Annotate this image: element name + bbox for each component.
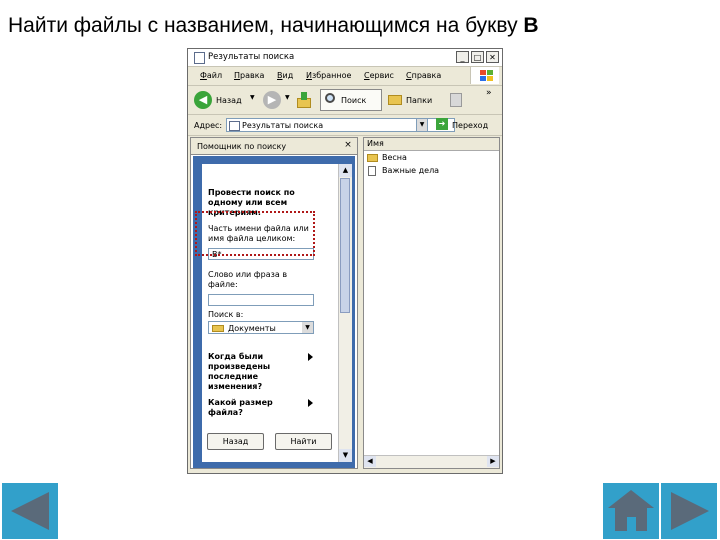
views-icon[interactable]: [450, 93, 462, 107]
maximize-button[interactable]: □: [471, 51, 484, 63]
menu-favorites[interactable]: Избранное: [306, 71, 351, 80]
modified-label-2[interactable]: произведены: [208, 362, 270, 372]
menu-help[interactable]: Справка: [406, 71, 441, 80]
folder-icon: [212, 325, 224, 332]
address-bar: Адрес: Результаты поиска ▼ ➜ Переход: [188, 115, 502, 136]
lookin-value: Документы: [228, 324, 276, 333]
back-button[interactable]: Назад: [207, 433, 264, 450]
phrase-label-1: Слово или фраза в: [208, 270, 288, 279]
search-toolbar-button[interactable]: Поиск: [320, 89, 382, 111]
scroll-up-icon[interactable]: ▲: [339, 164, 352, 177]
folder-icon: [367, 154, 378, 162]
panel-scrollbar[interactable]: ▲ ▼: [338, 164, 352, 462]
triangle-left-icon: [11, 492, 49, 530]
menu-bar: Файл Правка Вид Избранное Сервис Справка: [188, 67, 502, 86]
menu-view[interactable]: Вид: [277, 71, 293, 80]
explorer-window: Результаты поиска _ □ ✕ Файл Правка Вид …: [187, 48, 503, 474]
expand-modified-icon[interactable]: [308, 353, 313, 361]
search-assistant-panel: Помощник по поиску × Провести поиск по о…: [190, 137, 358, 469]
modified-label-1[interactable]: Когда были: [208, 352, 263, 362]
address-value: Результаты поиска: [242, 121, 324, 130]
intro-line-1: Провести поиск по: [208, 188, 295, 197]
back-arrow-icon[interactable]: ◀: [194, 91, 212, 109]
search-icon: [325, 93, 335, 103]
folders-icon[interactable]: [388, 95, 402, 105]
search-form: Провести поиск по одному или всем критер…: [195, 164, 338, 462]
results-hscrollbar[interactable]: ◀ ▶: [364, 455, 499, 468]
windows-logo-icon: [470, 67, 499, 84]
minimize-button[interactable]: _: [456, 51, 469, 63]
result-name: Важные дела: [382, 166, 440, 175]
back-label[interactable]: Назад: [216, 96, 242, 105]
result-name: Весна: [382, 153, 407, 162]
prev-slide-button[interactable]: [2, 483, 58, 539]
slide-title-text: Найти файлы с названием, начинающимся на…: [8, 14, 524, 37]
go-label[interactable]: Переход: [452, 121, 488, 130]
window-search-icon: [194, 52, 205, 64]
expand-size-icon[interactable]: [308, 399, 313, 407]
slide-title-letter: В: [523, 14, 539, 37]
address-dropdown-icon[interactable]: ▼: [416, 118, 428, 132]
triangle-right-icon: [671, 492, 709, 530]
toolbar: ◀ Назад ▼ ▶ ▼ Поиск Папки »: [188, 86, 502, 115]
home-icon: [608, 490, 654, 508]
slide-title: Найти файлы с названием, начинающимся на…: [8, 14, 539, 38]
menu-file[interactable]: Файл: [200, 71, 222, 80]
folders-label[interactable]: Папки: [406, 96, 432, 105]
modified-label-4[interactable]: изменения?: [208, 382, 262, 392]
size-label-2[interactable]: файла?: [208, 408, 243, 418]
phrase-input[interactable]: [208, 294, 314, 306]
scroll-right-icon[interactable]: ▶: [487, 456, 499, 467]
lookin-label: Поиск в:: [208, 310, 244, 319]
address-label: Адрес:: [194, 121, 223, 130]
scroll-down-icon[interactable]: ▼: [339, 449, 352, 462]
forward-dropdown-icon[interactable]: ▼: [285, 94, 290, 101]
scroll-thumb[interactable]: [340, 178, 350, 313]
search-label: Поиск: [341, 96, 367, 105]
filename-highlight: [195, 211, 315, 256]
close-icon[interactable]: ×: [343, 140, 353, 150]
next-slide-button[interactable]: [661, 483, 717, 539]
search-panel-header: Помощник по поиску ×: [191, 138, 357, 155]
document-icon: [368, 166, 376, 176]
up-folder-icon[interactable]: [297, 92, 311, 108]
window-title: Результаты поиска: [208, 52, 295, 62]
find-button[interactable]: Найти: [275, 433, 332, 450]
search-panel-title: Помощник по поиску: [197, 142, 287, 151]
menu-tools[interactable]: Сервис: [364, 71, 394, 80]
forward-arrow-icon[interactable]: ▶: [263, 91, 281, 109]
column-name-label: Имя: [367, 139, 384, 148]
toolbar-more-icon[interactable]: »: [486, 88, 492, 98]
scroll-left-icon[interactable]: ◀: [364, 456, 376, 467]
go-arrow-icon[interactable]: ➜: [436, 118, 448, 130]
modified-label-3[interactable]: последние: [208, 372, 258, 382]
window-titlebar: Результаты поиска _ □ ✕: [188, 49, 502, 67]
results-pane: Имя Весна Важные дела ◀ ▶: [363, 137, 500, 469]
intro-line-2: одному или всем: [208, 198, 288, 207]
home-button[interactable]: [603, 483, 659, 539]
column-header-name[interactable]: Имя: [364, 138, 499, 151]
lookin-select[interactable]: Документы ▼: [208, 321, 314, 334]
search-panel-body: Провести поиск по одному или всем критер…: [193, 156, 355, 468]
back-dropdown-icon[interactable]: ▼: [250, 94, 255, 101]
phrase-label-2: файле:: [208, 280, 238, 289]
close-button[interactable]: ✕: [486, 51, 499, 63]
menu-edit[interactable]: Правка: [234, 71, 264, 80]
search-results-icon: [229, 121, 240, 131]
size-label-1[interactable]: Какой размер: [208, 398, 273, 408]
chevron-down-icon[interactable]: ▼: [302, 322, 313, 333]
